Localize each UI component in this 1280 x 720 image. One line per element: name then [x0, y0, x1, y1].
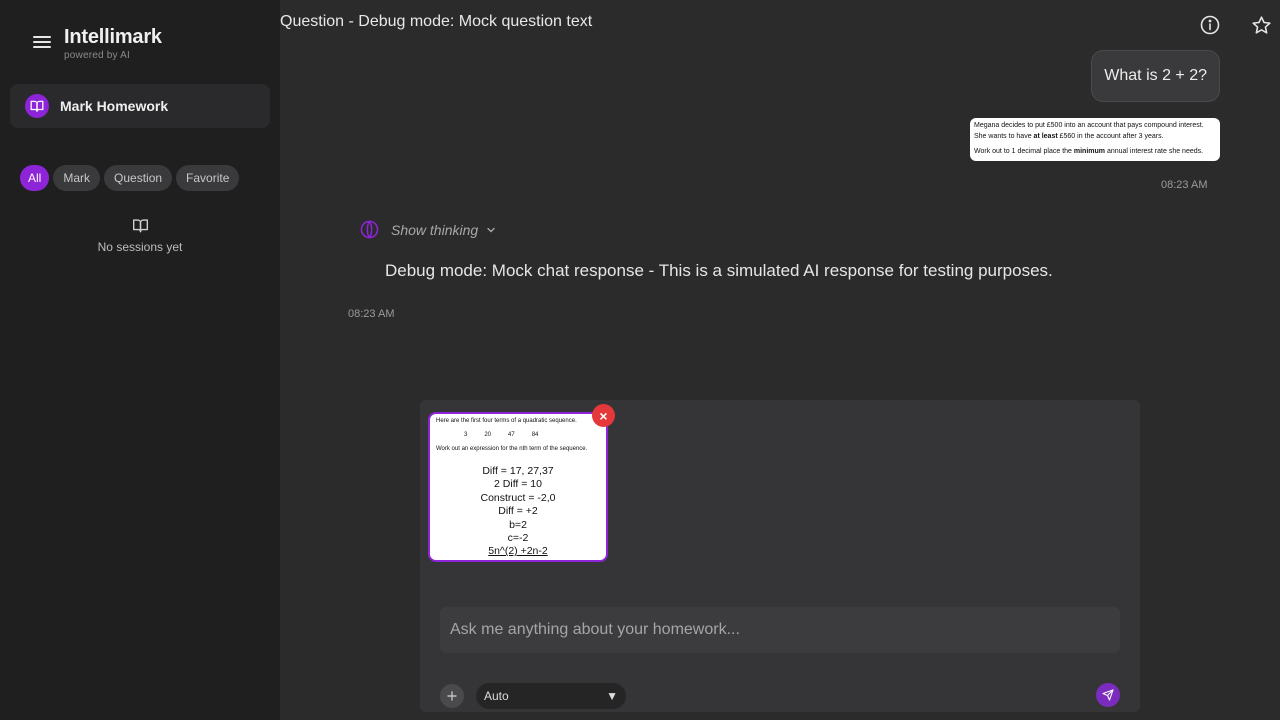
add-attachment-button[interactable] — [440, 684, 464, 708]
attachment-terms: 3 20 47 84 — [464, 432, 539, 438]
ai-response: Debug mode: Mock chat response - This is… — [385, 261, 1053, 280]
brand: Intellimark powered by AI — [64, 26, 162, 61]
filter-favorite[interactable]: Favorite — [176, 165, 240, 191]
attachment-thumbnail[interactable]: Here are the first four terms of a quadr… — [428, 412, 608, 562]
open-book-icon — [25, 94, 49, 118]
question-line-2: She wants to have at least £560 in the a… — [974, 132, 1164, 140]
info-icon[interactable] — [1200, 15, 1220, 35]
mode-select[interactable]: Auto ▼ — [476, 683, 626, 709]
page-title: Question - Debug mode: Mock question tex… — [280, 13, 593, 30]
composer: Here are the first four terms of a quadr… — [420, 400, 1140, 712]
paper-plane-icon — [1102, 689, 1114, 701]
chat-input-container — [440, 607, 1120, 653]
chat-input[interactable] — [440, 607, 1120, 653]
mode-select-value: Auto — [484, 689, 509, 703]
user-message-timestamp: 08:23 AM — [1161, 179, 1208, 191]
app-name: Intellimark — [64, 26, 162, 48]
caret-down-icon: ▼ — [606, 689, 618, 703]
attachment-header-text: Here are the first four terms of a quadr… — [436, 418, 577, 424]
empty-sessions: No sessions yet — [0, 218, 280, 254]
brain-icon — [360, 220, 379, 239]
remove-attachment-button[interactable]: × — [592, 404, 615, 427]
filter-question[interactable]: Question — [104, 165, 173, 191]
star-icon[interactable] — [1251, 15, 1272, 36]
attachment-working: Diff = 17, 27,37 2 Diff = 10 Construct =… — [480, 465, 556, 558]
show-thinking-toggle[interactable]: Show thinking — [360, 220, 496, 239]
show-thinking-label: Show thinking — [391, 221, 479, 238]
ai-response-timestamp: 08:23 AM — [348, 308, 395, 320]
question-image[interactable]: Megana decides to put £500 into an accou… — [970, 118, 1220, 161]
app-tagline: powered by AI — [64, 50, 130, 61]
menu-icon[interactable] — [31, 33, 53, 51]
empty-sessions-text: No sessions yet — [97, 240, 183, 254]
chevron-down-icon — [487, 227, 495, 232]
filter-all[interactable]: All — [20, 165, 50, 191]
send-button[interactable] — [1096, 683, 1120, 707]
filter-mark[interactable]: Mark — [53, 165, 101, 191]
user-message: What is 2 + 2? — [1091, 50, 1220, 102]
question-line-1: Megana decides to put £500 into an accou… — [974, 122, 1204, 129]
mark-homework-label: Mark Homework — [60, 98, 169, 114]
question-line-3: Work out to 1 decimal place the minimum … — [974, 147, 1204, 155]
open-book-icon — [132, 219, 148, 233]
mark-homework-button[interactable]: Mark Homework — [10, 84, 270, 128]
session-filters: All Mark Question Favorite — [20, 165, 240, 191]
attachment-instruction: Work out an expression for the nth term … — [436, 446, 588, 452]
plus-icon — [447, 691, 457, 701]
sidebar: Intellimark powered by AI Mark Homework … — [0, 0, 280, 720]
